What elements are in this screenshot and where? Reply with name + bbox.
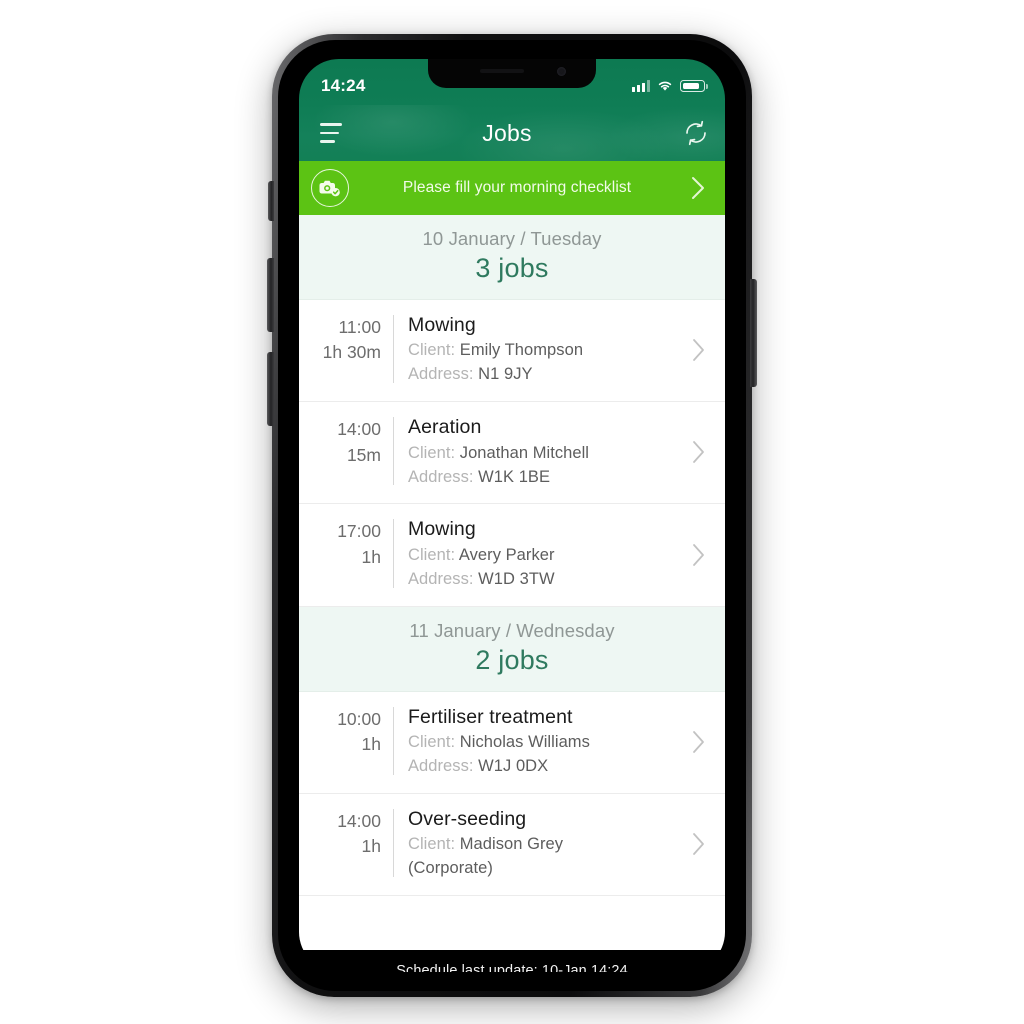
status-bar-time: 14:24 <box>321 76 366 95</box>
job-details: Aeration Client: Jonathan Mitchell Addre… <box>394 415 681 489</box>
address-value: N1 9JY <box>478 365 533 384</box>
job-address: Address: W1D 3TW <box>408 568 681 592</box>
client-label: Client: <box>408 733 456 752</box>
job-client-suffix: (Corporate) <box>408 857 681 881</box>
job-title: Mowing <box>408 518 476 541</box>
job-title: Over-seeding <box>408 807 527 830</box>
job-start-time: 14:00 <box>337 810 381 831</box>
client-name: Madison Grey <box>459 835 564 854</box>
morning-checklist-banner[interactable]: Please fill your morning checklist <box>299 161 725 215</box>
job-row[interactable]: 10:00 1h Fertiliser treatment Client: Ni… <box>299 691 725 794</box>
job-address: Address: N1 9JY <box>408 363 681 387</box>
job-start-time: 10:00 <box>337 708 381 729</box>
signal-bars-icon <box>632 80 650 92</box>
job-client: Client: Jonathan Mitchell <box>408 442 681 466</box>
job-duration: 1h <box>361 836 381 857</box>
app-header: Jobs <box>299 105 725 161</box>
silent-switch-button[interactable] <box>268 181 274 221</box>
job-client: Client: Nicholas Williams <box>408 731 681 755</box>
day-job-count: 2 jobs <box>475 644 549 675</box>
job-row[interactable]: 11:00 1h 30m Mowing Client: Emily Thomps… <box>299 300 725 403</box>
job-duration: 1h <box>361 734 381 755</box>
power-button[interactable] <box>750 279 757 387</box>
bottom-status-bar: Schedule last update: 10-Jan 14:24 <box>299 950 725 972</box>
day-date: 11 January / Wednesday <box>409 619 615 641</box>
job-client: Client: Emily Thompson <box>408 339 681 363</box>
job-start-time: 14:00 <box>337 419 381 440</box>
chevron-right-icon[interactable] <box>685 174 711 202</box>
job-time-block: 10:00 1h <box>309 705 393 779</box>
job-duration: 1h <box>361 546 381 567</box>
page-title: Jobs <box>482 119 532 146</box>
job-address: Address: W1J 0DX <box>408 755 681 779</box>
day-job-count: 3 jobs <box>475 253 549 283</box>
volume-down-button[interactable] <box>267 352 274 426</box>
client-label: Client: <box>408 835 456 854</box>
job-start-time: 17:00 <box>337 521 381 542</box>
job-details: Fertiliser treatment Client: Nicholas Wi… <box>394 705 681 779</box>
jobs-list[interactable]: 10 January / Tuesday 3 jobs 11:00 1h 30m… <box>299 215 725 950</box>
job-title: Mowing <box>408 314 476 336</box>
address-label: Address: <box>408 756 474 775</box>
client-name: Emily Thompson <box>459 341 584 360</box>
wifi-icon <box>657 80 673 92</box>
earpiece-speaker-icon <box>480 69 524 73</box>
job-time-block: 14:00 1h <box>309 807 393 881</box>
sync-refresh-icon[interactable] <box>667 105 725 161</box>
job-title: Fertiliser treatment <box>408 705 573 728</box>
client-name: Avery Parker <box>458 545 555 564</box>
address-label: Address: <box>408 467 474 486</box>
chevron-right-icon[interactable] <box>681 415 715 489</box>
job-time-block: 14:00 15m <box>309 415 393 489</box>
job-client: Client: Avery Parker <box>408 544 681 568</box>
job-title: Aeration <box>408 416 482 439</box>
job-row[interactable]: 14:00 15m Aeration Client: Jonathan Mitc… <box>299 402 725 505</box>
job-duration: 15m <box>346 444 381 465</box>
front-camera-icon <box>557 67 566 76</box>
address-label: Address: <box>408 365 474 384</box>
job-address: Address: W1K 1BE <box>408 466 681 490</box>
job-row[interactable]: 17:00 1h Mowing Client: Avery Parker Add… <box>299 504 725 607</box>
banner-label: Please fill your morning checklist <box>402 179 632 196</box>
screenshot-stage: 14:24 Jobs Please fill your morning chec… <box>0 0 1024 1024</box>
job-time-block: 17:00 1h <box>309 517 393 591</box>
job-start-time: 11:00 <box>338 317 382 337</box>
client-label: Client: <box>408 341 456 360</box>
battery-icon <box>680 80 708 92</box>
job-row[interactable]: 14:00 1h Over-seeding Client: Madison Gr… <box>299 793 725 897</box>
chevron-right-icon[interactable] <box>681 517 715 591</box>
day-header: 11 January / Wednesday 2 jobs <box>299 606 725 692</box>
chevron-right-icon[interactable] <box>681 313 715 387</box>
schedule-last-update: Schedule last update: 10-Jan 14:24 <box>396 963 628 972</box>
job-time-block: 11:00 1h 30m <box>309 313 393 387</box>
client-label: Client: <box>408 443 456 462</box>
status-bar-indicators <box>632 80 708 92</box>
address-value: W1J 0DX <box>478 756 549 775</box>
display-notch <box>428 59 596 88</box>
client-name: Jonathan Mitchell <box>459 443 590 462</box>
phone-screen: 14:24 Jobs Please fill your morning chec… <box>299 59 725 972</box>
volume-up-button[interactable] <box>267 258 274 332</box>
client-corporate-label: (Corporate) <box>408 859 493 878</box>
address-label: Address: <box>408 569 474 588</box>
job-details: Mowing Client: Emily Thompson Address: N… <box>394 313 681 387</box>
job-details: Over-seeding Client: Madison Grey (Corpo… <box>394 807 681 881</box>
day-header: 10 January / Tuesday 3 jobs <box>299 215 725 300</box>
client-label: Client: <box>408 545 456 564</box>
address-value: W1D 3TW <box>478 569 555 588</box>
client-name: Nicholas Williams <box>459 733 590 752</box>
job-details: Mowing Client: Avery Parker Address: W1D… <box>394 517 681 591</box>
camera-checklist-icon <box>311 169 349 207</box>
address-value: W1K 1BE <box>478 467 551 486</box>
job-duration: 1h 30m <box>322 342 381 363</box>
job-client: Client: Madison Grey <box>408 833 681 857</box>
chevron-right-icon[interactable] <box>681 705 715 779</box>
chevron-right-icon[interactable] <box>681 807 715 881</box>
day-date: 10 January / Tuesday <box>422 228 602 249</box>
